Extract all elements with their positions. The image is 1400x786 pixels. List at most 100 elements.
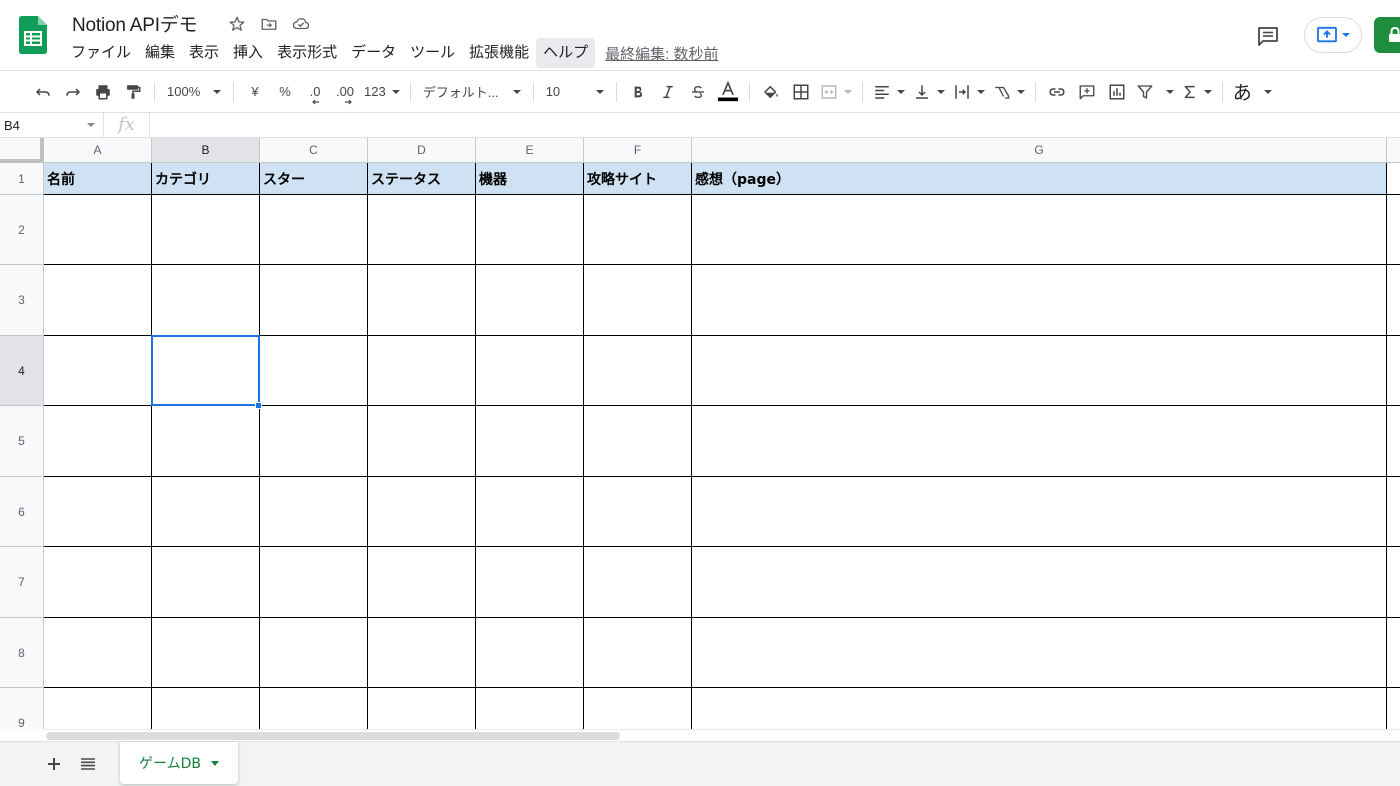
cell-f1[interactable]: 攻略サイト (584, 163, 692, 195)
decrease-decimal-button[interactable]: .0 (300, 78, 330, 106)
row-header-4[interactable]: 4 (0, 336, 44, 406)
star-icon[interactable] (226, 13, 248, 35)
cell-overflow[interactable] (1387, 195, 1400, 265)
menu-view[interactable]: 表示 (182, 38, 226, 68)
cell-a8[interactable] (44, 618, 152, 688)
cell-overflow[interactable] (1387, 265, 1400, 336)
print-icon[interactable] (88, 78, 118, 106)
cell-f9[interactable] (584, 688, 692, 729)
cell-f5[interactable] (584, 406, 692, 477)
share-button[interactable] (1374, 17, 1400, 53)
currency-format-button[interactable]: ¥ (240, 78, 270, 106)
add-sheet-icon[interactable] (42, 752, 66, 776)
column-header-next[interactable] (1387, 138, 1400, 163)
column-header-e[interactable]: E (476, 138, 584, 163)
cell-e2[interactable] (476, 195, 584, 265)
row-header-2[interactable]: 2 (0, 195, 44, 265)
cell-g3[interactable] (692, 265, 1387, 336)
increase-decimal-button[interactable]: .00 (330, 78, 360, 106)
cell-d2[interactable] (368, 195, 476, 265)
menu-extensions[interactable]: 拡張機能 (462, 38, 536, 68)
row-header-3[interactable]: 3 (0, 265, 44, 336)
zoom-select[interactable]: 100% (161, 78, 227, 106)
cell-c3[interactable] (260, 265, 368, 336)
column-header-d[interactable]: D (368, 138, 476, 163)
row-header-9[interactable]: 9 (0, 688, 44, 729)
select-all-corner[interactable] (0, 138, 44, 163)
cell-e1[interactable]: 機器 (476, 163, 584, 195)
percent-format-button[interactable]: % (270, 78, 300, 106)
cell-g5[interactable] (692, 406, 1387, 477)
sheet-tab-active[interactable]: ゲームDB (120, 742, 238, 784)
cell-overflow[interactable] (1387, 547, 1400, 618)
cell-g8[interactable] (692, 618, 1387, 688)
cell-b3[interactable] (152, 265, 260, 336)
cell-c2[interactable] (260, 195, 368, 265)
strikethrough-icon[interactable] (683, 78, 713, 106)
cell-g4[interactable] (692, 336, 1387, 406)
bold-icon[interactable] (623, 78, 653, 106)
redo-icon[interactable] (58, 78, 88, 106)
more-formats-select[interactable]: 123 (360, 78, 404, 106)
undo-icon[interactable] (28, 78, 58, 106)
cell-a4[interactable] (44, 336, 152, 406)
cell-a9[interactable] (44, 688, 152, 729)
row-header-7[interactable]: 7 (0, 547, 44, 618)
cell-b5[interactable] (152, 406, 260, 477)
cell-overflow[interactable] (1387, 336, 1400, 406)
sheet-tab-dropdown-icon[interactable] (210, 760, 219, 766)
column-header-c[interactable]: C (260, 138, 368, 163)
cell-b1[interactable]: カテゴリ (152, 163, 260, 195)
cell-c1[interactable]: スター (260, 163, 368, 195)
cell-d7[interactable] (368, 547, 476, 618)
cell-c7[interactable] (260, 547, 368, 618)
cell-f7[interactable] (584, 547, 692, 618)
cell-f2[interactable] (584, 195, 692, 265)
cell-f4[interactable] (584, 336, 692, 406)
cell-a1[interactable]: 名前 (44, 163, 152, 195)
row-header-5[interactable]: 5 (0, 406, 44, 477)
cell-d3[interactable] (368, 265, 476, 336)
cell-g7[interactable] (692, 547, 1387, 618)
horizontal-scrollbar-thumb[interactable] (46, 732, 620, 740)
last-edit-link[interactable]: 最終編集: 数秒前 (605, 43, 718, 64)
text-wrapping-button[interactable] (949, 78, 989, 106)
cell-c8[interactable] (260, 618, 368, 688)
row-header-6[interactable]: 6 (0, 477, 44, 547)
formula-input[interactable] (150, 113, 1400, 137)
functions-button[interactable] (1178, 78, 1216, 106)
input-tools-button[interactable]: あ (1229, 78, 1276, 106)
borders-icon[interactable] (786, 78, 816, 106)
paint-format-icon[interactable] (118, 78, 148, 106)
cell-b2[interactable] (152, 195, 260, 265)
cell-e3[interactable] (476, 265, 584, 336)
name-box[interactable]: B4 (0, 113, 104, 137)
cell-c4[interactable] (260, 336, 368, 406)
cell-overflow[interactable] (1387, 688, 1400, 729)
cell-d5[interactable] (368, 406, 476, 477)
all-sheets-icon[interactable] (76, 752, 100, 776)
cell-d4[interactable] (368, 336, 476, 406)
cell-e6[interactable] (476, 477, 584, 547)
spreadsheet-grid[interactable]: A B C D E F G 1 名前 カテゴリ スター ステータス 機器 攻略サイト 感想（page） 2 3 4… (0, 138, 1400, 729)
cell-b9[interactable] (152, 688, 260, 729)
cell-c6[interactable] (260, 477, 368, 547)
horizontal-scrollbar[interactable] (44, 729, 1400, 741)
cell-a3[interactable] (44, 265, 152, 336)
cell-c5[interactable] (260, 406, 368, 477)
cell-b8[interactable] (152, 618, 260, 688)
cell-b6[interactable] (152, 477, 260, 547)
cell-g6[interactable] (692, 477, 1387, 547)
cell-d1[interactable]: ステータス (368, 163, 476, 195)
cell-overflow[interactable] (1387, 163, 1400, 195)
sheets-logo-icon[interactable] (19, 16, 47, 54)
text-color-icon[interactable] (713, 78, 743, 106)
filter-button[interactable] (1132, 78, 1178, 106)
menu-help[interactable]: ヘルプ (536, 38, 596, 68)
cell-e5[interactable] (476, 406, 584, 477)
menu-data[interactable]: データ (344, 38, 403, 68)
menu-edit[interactable]: 編集 (138, 38, 182, 68)
cell-e7[interactable] (476, 547, 584, 618)
column-header-a[interactable]: A (44, 138, 152, 163)
cell-g2[interactable] (692, 195, 1387, 265)
